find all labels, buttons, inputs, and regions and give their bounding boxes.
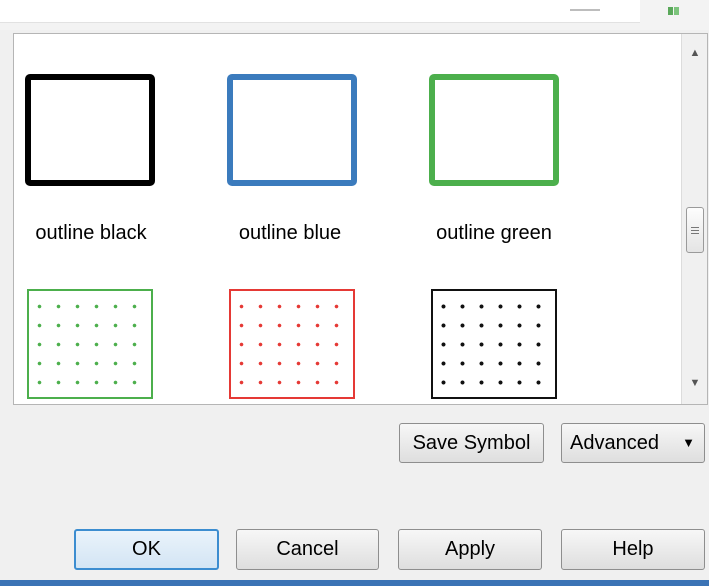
- help-label: Help: [612, 538, 654, 560]
- minimize-bar: [570, 9, 600, 11]
- outline-blue-swatch: [227, 74, 357, 186]
- save-symbol-button[interactable]: Save Symbol: [399, 423, 544, 463]
- dotted-red-swatch: [229, 289, 355, 399]
- symbol-dotted-green[interactable]: [14, 284, 204, 404]
- symbol-list-panel[interactable]: outline black outline blue outline green…: [13, 33, 708, 405]
- symbol-outline-green[interactable]: outline green: [414, 34, 604, 254]
- outline-green-swatch: [429, 74, 559, 186]
- symbol-dotted-red[interactable]: [214, 284, 404, 404]
- dropdown-arrow-icon: ▼: [682, 435, 695, 450]
- apply-button[interactable]: Apply: [398, 529, 542, 570]
- symbol-outline-black[interactable]: outline black: [14, 34, 204, 254]
- cancel-label: Cancel: [276, 538, 339, 560]
- advanced-label: Advanced: [570, 432, 659, 454]
- top-toolbar-area: [0, 0, 640, 23]
- ok-label: OK: [132, 538, 161, 560]
- corner-icon: [668, 5, 682, 15]
- dotted-black-swatch: [431, 289, 557, 399]
- ok-button[interactable]: OK: [74, 529, 219, 570]
- dotted-green-swatch: [27, 289, 153, 399]
- symbol-label: outline blue: [238, 222, 342, 244]
- help-button[interactable]: Help: [561, 529, 705, 570]
- scroll-down-icon[interactable]: ▼: [682, 372, 707, 394]
- scroll-thumb[interactable]: [686, 207, 704, 253]
- symbol-outline-blue[interactable]: outline blue: [214, 34, 404, 254]
- scroll-up-icon[interactable]: ▲: [682, 42, 707, 64]
- symbol-label: outline green: [436, 222, 552, 244]
- vertical-scrollbar[interactable]: ▲ ▼: [681, 34, 707, 404]
- advanced-dropdown-button[interactable]: Advanced ▼: [561, 423, 705, 463]
- cancel-button[interactable]: Cancel: [236, 529, 379, 570]
- top-strip: [0, 0, 709, 30]
- outline-black-swatch: [25, 74, 155, 186]
- save-symbol-label: Save Symbol: [412, 432, 531, 454]
- apply-label: Apply: [444, 538, 496, 560]
- symbol-label: outline black: [35, 222, 147, 244]
- window-frame-bottom: [0, 580, 709, 586]
- symbol-dotted-black[interactable]: [414, 284, 604, 404]
